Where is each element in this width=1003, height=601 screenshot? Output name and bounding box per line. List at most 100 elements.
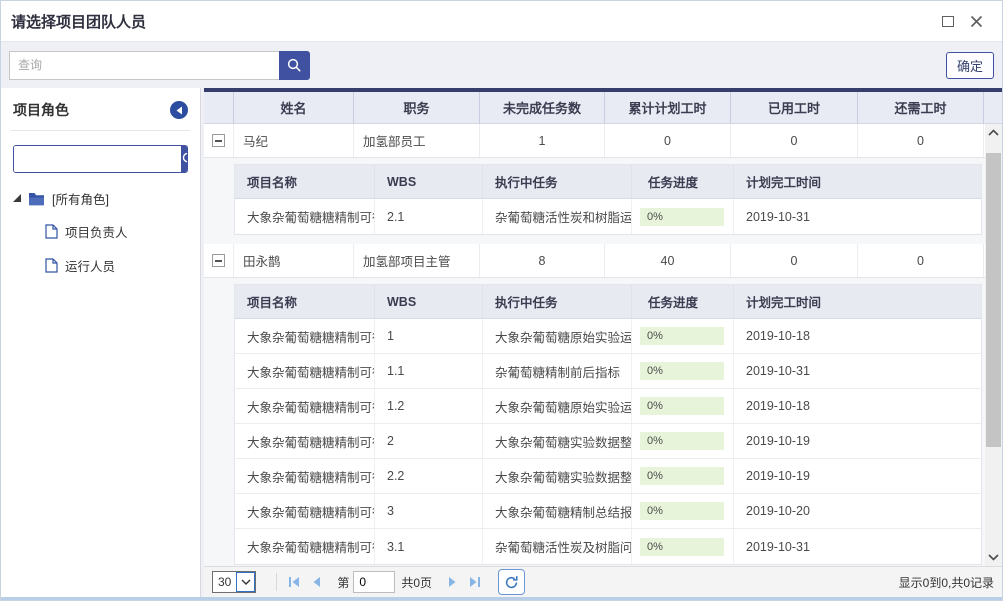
task-name: 杂葡萄糖活性炭和树脂运行 — [483, 199, 632, 234]
tree-node-all-roles[interactable]: [所有角色] — [13, 189, 188, 208]
chevron-up-icon — [988, 129, 999, 136]
chevron-down-icon — [988, 554, 999, 561]
person-job: 加氢部员工 — [354, 124, 480, 157]
scrollbar-track[interactable] — [985, 141, 1002, 549]
first-page-button[interactable] — [283, 571, 305, 593]
grid-header: 姓名 职务 未完成任务数 累计计划工时 已用工时 还需工时 — [204, 92, 1002, 124]
title-bar: 请选择项目团队人员 — [1, 1, 1002, 41]
task-row[interactable]: 大象杂葡萄糖糖精制可行性1大象杂葡萄糖原始实验运行0%2019-10-18 — [235, 319, 981, 354]
close-icon — [970, 15, 983, 28]
scroll-down-button[interactable] — [985, 549, 1002, 566]
collapse-row-button[interactable] — [212, 134, 225, 147]
search-icon — [286, 57, 303, 74]
chevron-left-icon — [175, 106, 183, 115]
task-name: 大象杂葡萄糖原始实验运行 — [483, 319, 632, 353]
page-total-label: 共0页 — [401, 574, 432, 591]
task-progress-cell: 0% — [632, 199, 734, 234]
task-progress-badge: 0% — [640, 467, 724, 485]
task-project: 大象杂葡萄糖糖精制可行性 — [235, 494, 375, 528]
maximize-button[interactable] — [940, 13, 956, 29]
task-finish-date: 2019-10-18 — [734, 389, 983, 423]
tree-root-label: [所有角色] — [52, 189, 109, 208]
close-button[interactable] — [968, 13, 984, 29]
person-row[interactable]: 马纪加氢部员工1000 — [204, 124, 985, 158]
grid-scroll-area: 马纪加氢部员工1000项目名称WBS执行中任务任务进度计划完工时间大象杂葡萄糖糖… — [204, 124, 1002, 566]
col-unfinished-tasks[interactable]: 未完成任务数 — [480, 92, 605, 123]
tree-node-role[interactable]: 项目负责人 — [45, 222, 188, 241]
person-job: 加氢部项目主管 — [354, 244, 480, 277]
file-icon — [45, 224, 58, 239]
col-expander — [204, 92, 234, 123]
page-size-select[interactable]: 30 — [212, 571, 256, 593]
confirm-button[interactable]: 确定 — [946, 52, 994, 79]
task-row[interactable]: 大象杂葡萄糖糖精制可行性3.1杂葡萄糖活性炭及树脂问题0%2019-10-31 — [235, 529, 981, 564]
collapse-row-button[interactable] — [212, 254, 225, 267]
sidebar-search-button[interactable] — [181, 146, 188, 172]
collapse-panel-button[interactable] — [170, 101, 188, 119]
task-progress-cell: 0% — [632, 354, 734, 388]
task-wbs: 2.1 — [375, 199, 483, 234]
tree-expand-icon[interactable] — [13, 194, 21, 202]
expander-cell — [204, 244, 234, 277]
sidebar-search-input[interactable] — [14, 146, 181, 172]
task-wbs: 2.2 — [375, 459, 483, 493]
chevron-down-icon — [241, 579, 251, 585]
task-row[interactable]: 大象杂葡萄糖糖精制可行性2.1杂葡萄糖活性炭和树脂运行0%2019-10-31 — [235, 199, 981, 234]
task-row[interactable]: 大象杂葡萄糖糖精制可行性2大象杂葡萄糖实验数据整理0%2019-10-19 — [235, 424, 981, 459]
task-wbs: 3.1 — [375, 529, 483, 564]
next-page-button[interactable] — [442, 571, 464, 593]
col-name[interactable]: 姓名 — [234, 92, 354, 123]
sub-col-finish-date: 计划完工时间 — [734, 165, 983, 198]
task-progress-badge: 0% — [640, 538, 724, 556]
scroll-up-button[interactable] — [985, 124, 1002, 141]
task-wbs: 3 — [375, 494, 483, 528]
file-icon — [45, 258, 58, 273]
records-summary: 显示0到0,共0记录 — [899, 574, 994, 591]
task-finish-date: 2019-10-19 — [734, 424, 983, 458]
page-label: 第 — [337, 574, 349, 591]
col-job[interactable]: 职务 — [354, 92, 480, 123]
search-icon — [181, 151, 188, 167]
task-row[interactable]: 大象杂葡萄糖糖精制可行性2.2大象杂葡萄糖实验数据整理0%2019-10-19 — [235, 459, 981, 494]
task-table-header: 项目名称WBS执行中任务任务进度计划完工时间 — [235, 285, 981, 319]
person-name: 田永鹊 — [234, 244, 354, 277]
search-button[interactable] — [279, 51, 310, 80]
task-progress-badge: 0% — [640, 397, 724, 415]
refresh-button[interactable] — [498, 569, 525, 595]
page-number-input[interactable] — [353, 571, 395, 593]
person-needed-hours: 0 — [858, 124, 984, 157]
tree-node-role[interactable]: 运行人员 — [45, 256, 188, 275]
person-name: 马纪 — [234, 124, 354, 157]
refresh-icon — [504, 575, 519, 590]
person-row[interactable]: 田永鹊加氢部项目主管84000 — [204, 244, 985, 278]
task-finish-date: 2019-10-31 — [734, 354, 983, 388]
task-row[interactable]: 大象杂葡萄糖糖精制可行性1.1杂葡萄糖精制前后指标0%2019-10-31 — [235, 354, 981, 389]
person-unfinished-tasks: 8 — [480, 244, 605, 277]
col-planned-hours[interactable]: 累计计划工时 — [605, 92, 731, 123]
task-table-header: 项目名称WBS执行中任务任务进度计划完工时间 — [235, 165, 981, 199]
task-row[interactable]: 大象杂葡萄糖糖精制可行性1.2大象杂葡萄糖原始实验运行0%2019-10-18 — [235, 389, 981, 424]
task-row[interactable]: 大象杂葡萄糖糖精制可行性3大象杂葡萄糖精制总结报告0%2019-10-20 — [235, 494, 981, 529]
page-size-value: 30 — [213, 575, 236, 589]
prev-page-button[interactable] — [305, 571, 327, 593]
vertical-scrollbar[interactable] — [985, 124, 1002, 566]
task-finish-date: 2019-10-20 — [734, 494, 983, 528]
task-name: 大象杂葡萄糖精制总结报告 — [483, 494, 632, 528]
person-unfinished-tasks: 1 — [480, 124, 605, 157]
last-page-button[interactable] — [464, 571, 486, 593]
task-project: 大象杂葡萄糖糖精制可行性 — [235, 354, 375, 388]
search-input[interactable] — [9, 51, 279, 80]
task-name: 杂葡萄糖活性炭及树脂问题 — [483, 529, 632, 564]
task-wbs: 1 — [375, 319, 483, 353]
task-name: 大象杂葡萄糖实验数据整理 — [483, 459, 632, 493]
sub-col-project: 项目名称 — [235, 165, 375, 198]
scrollbar-thumb[interactable] — [986, 153, 1001, 447]
sub-col-task: 执行中任务 — [483, 165, 632, 198]
task-project: 大象杂葡萄糖糖精制可行性 — [235, 529, 375, 564]
person-planned-hours: 40 — [605, 244, 731, 277]
col-used-hours[interactable]: 已用工时 — [731, 92, 858, 123]
col-needed-hours[interactable]: 还需工时 — [858, 92, 984, 123]
role-tree: [所有角色] 项目负责人 运行人员 — [13, 189, 188, 275]
task-wbs: 1.2 — [375, 389, 483, 423]
sub-col-project: 项目名称 — [235, 285, 375, 318]
